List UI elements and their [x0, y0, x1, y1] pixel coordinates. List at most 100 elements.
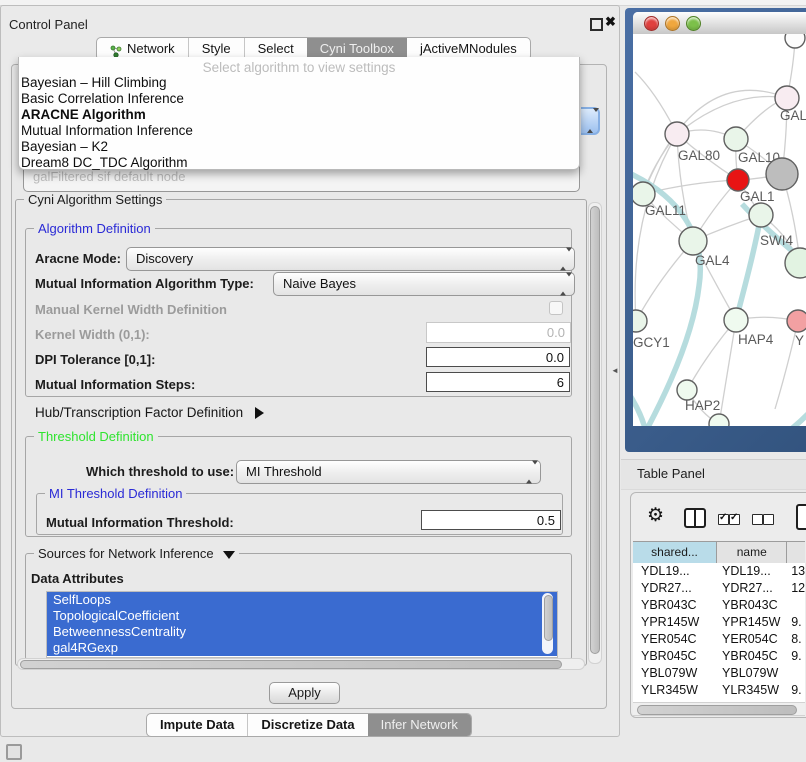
network-node-gal10[interactable] [724, 127, 748, 151]
network-edge[interactable] [635, 134, 677, 321]
table-cell[interactable]: YBR043C [718, 597, 789, 614]
table-cell[interactable]: YDR27... [718, 580, 789, 597]
inference-algorithm-combobox-spinner[interactable] [581, 107, 600, 135]
table-cell[interactable]: YBR043C [633, 597, 718, 614]
network-canvas[interactable]: GALGAL80GAL10GAL1GAL11SWI4GAL4HAP4YGCY1H… [633, 34, 806, 426]
list-item[interactable]: gal4RGexp [47, 640, 557, 656]
table-cell[interactable]: YPR145W [718, 614, 789, 631]
settings-horizontal-scrollbar[interactable] [17, 658, 585, 670]
manual-kernel-width-checkbox[interactable] [549, 301, 563, 315]
split-columns-icon[interactable] [684, 508, 706, 528]
dropdown-item[interactable]: Bayesian – Hill Climbing [19, 75, 579, 91]
network-edge[interactable] [687, 320, 736, 390]
table-horizontal-scrollbar[interactable] [633, 702, 805, 716]
network-edge[interactable] [719, 320, 736, 424]
dropdown-item[interactable]: Basic Correlation Inference [19, 91, 579, 107]
function-builder-icon[interactable] [796, 504, 806, 530]
table-cell[interactable]: YPR145W [633, 614, 718, 631]
network-edge[interactable] [636, 241, 693, 321]
table-cell[interactable]: 12 [789, 580, 805, 597]
table-cell[interactable]: 13 [789, 563, 805, 580]
tab-discretize-data[interactable]: Discretize Data [247, 714, 367, 736]
dpi-tolerance-field[interactable]: 0.0 [426, 347, 570, 367]
network-node-gal4[interactable] [679, 227, 707, 255]
apply-button[interactable]: Apply [269, 682, 340, 704]
column-header-name[interactable]: name [717, 542, 787, 563]
dropdown-item[interactable]: Bayesian – K2 [19, 139, 579, 155]
table-cell[interactable]: 9. [789, 614, 805, 631]
network-node[interactable] [785, 248, 806, 278]
network-node-gcy1[interactable] [633, 310, 647, 332]
table-cell[interactable]: 9. [789, 648, 805, 665]
network-edge-highlighted[interactable] [736, 215, 761, 320]
network-node-hap4[interactable] [724, 308, 748, 332]
table-cell[interactable] [789, 597, 805, 614]
data-attributes-list[interactable]: SelfLoops TopologicalCoefficient Between… [46, 591, 558, 658]
float-window-icon[interactable] [590, 18, 603, 31]
table-scrollbar-thumb[interactable] [637, 705, 797, 715]
network-node-swi4[interactable] [749, 203, 773, 227]
table-cell[interactable]: YBL079W [718, 665, 789, 682]
table-cell[interactable]: YBR045C [633, 648, 718, 665]
table-cell[interactable]: 8. [789, 631, 805, 648]
network-node-gal[interactable] [775, 86, 799, 110]
table-row[interactable]: YPR145WYPR145W9. [633, 614, 805, 631]
table-cell[interactable]: YLR345W [718, 682, 789, 699]
network-node[interactable] [785, 34, 805, 48]
network-edge[interactable] [643, 90, 787, 194]
network-window-titlebar[interactable] [633, 12, 806, 35]
table-cell[interactable] [789, 665, 805, 682]
mi-steps-field[interactable]: 6 [426, 372, 570, 392]
settings-scrollbar-thumb[interactable] [590, 206, 600, 654]
table-row[interactable]: YER054CYER054C8. [633, 631, 805, 648]
which-threshold-combobox[interactable]: MI Threshold [236, 460, 541, 484]
hub-definition-toggle[interactable]: Hub/Transcription Factor Definition [35, 405, 264, 420]
h-scrollbar-thumb[interactable] [20, 660, 562, 669]
select-all-rows-icon[interactable] [718, 512, 740, 530]
close-icon[interactable]: ✖ [605, 14, 616, 30]
column-header-shared-name[interactable]: shared... [633, 542, 717, 563]
network-edge-highlighted[interactable] [732, 404, 806, 426]
table-row[interactable]: YBR043CYBR043C [633, 597, 805, 614]
table-cell[interactable]: YLR345W [633, 682, 718, 699]
settings-vertical-scrollbar[interactable] [588, 202, 602, 664]
network-node-gal80[interactable] [665, 122, 689, 146]
table-cell[interactable]: YDL19... [718, 563, 789, 580]
dropdown-item[interactable]: Mutual Information Inference [19, 123, 579, 139]
mi-threshold-field[interactable]: 0.5 [421, 510, 561, 530]
list-item[interactable]: SelfLoops [47, 592, 557, 608]
table-cell[interactable]: YDL19... [633, 563, 718, 580]
network-node[interactable] [766, 158, 798, 190]
list-item[interactable]: BetweennessCentrality [47, 624, 557, 640]
zoom-traffic-light[interactable] [686, 16, 701, 31]
tab-impute-data[interactable]: Impute Data [147, 714, 247, 736]
table-row[interactable]: YBR045CYBR045C9. [633, 648, 805, 665]
column-header-partial[interactable] [787, 542, 805, 563]
table-row[interactable]: YLR345WYLR345W9. [633, 682, 805, 699]
table-row[interactable]: YBL079WYBL079W [633, 665, 805, 682]
tab-infer-network[interactable]: Infer Network [368, 714, 471, 736]
gear-icon[interactable]: ⚙ [647, 506, 664, 525]
network-edge[interactable] [719, 424, 797, 426]
table-row[interactable]: YDR27...YDR27...12 [633, 580, 805, 597]
network-node-y[interactable] [787, 310, 806, 332]
table-row[interactable]: YDL19...YDL19...13 [633, 563, 805, 580]
dropdown-item-selected[interactable]: ARACNE Algorithm [19, 107, 579, 123]
sources-group-title[interactable]: Sources for Network Inference [34, 546, 239, 561]
mi-algorithm-type-combobox[interactable]: Naive Bayes [273, 272, 575, 296]
table-cell[interactable]: YBR045C [718, 648, 789, 665]
network-node-gal1[interactable] [727, 169, 749, 191]
network-edge-highlighted[interactable] [633, 394, 648, 426]
dropdown-item[interactable]: Dream8 DC_TDC Algorithm [19, 155, 579, 171]
table-cell[interactable]: 9. [789, 682, 805, 699]
network-node-hap2[interactable] [677, 380, 697, 400]
deselect-all-rows-icon[interactable] [752, 512, 774, 530]
table-cell[interactable]: YER054C [633, 631, 718, 648]
aracne-mode-combobox[interactable]: Discovery [126, 247, 575, 271]
table-cell[interactable]: YDR27... [633, 580, 718, 597]
close-traffic-light[interactable] [644, 16, 659, 31]
list-item[interactable]: TopologicalCoefficient [47, 608, 557, 624]
network-node[interactable] [709, 414, 729, 426]
list-vertical-scrollbar[interactable] [542, 593, 553, 654]
kernel-width-field[interactable]: 0.0 [426, 322, 571, 343]
